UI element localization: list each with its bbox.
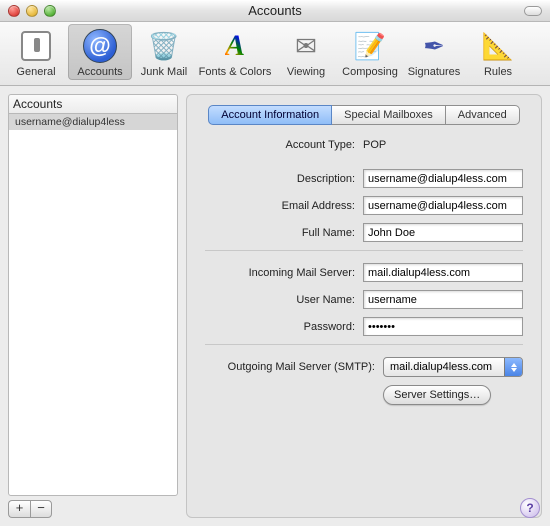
tab-advanced[interactable]: Advanced [446,105,520,125]
toolbar-item-accounts[interactable]: @ Accounts [68,24,132,80]
minimize-button[interactable] [26,5,38,17]
close-button[interactable] [8,5,20,17]
toolbar-item-rules[interactable]: 📐 Rules [466,24,530,80]
email-field[interactable] [363,196,523,215]
add-account-button[interactable]: + [8,500,30,518]
toolbar-label: Fonts & Colors [199,66,272,78]
fullname-label: Full Name: [205,227,355,239]
composing-icon: 📝 [352,28,388,64]
incoming-server-label: Incoming Mail Server: [205,267,355,279]
toolbar-item-junk-mail[interactable]: 🗑️ Junk Mail [132,24,196,80]
password-label: Password: [205,321,355,333]
sidebar-header: Accounts [8,94,178,113]
account-type-label: Account Type: [205,139,355,151]
viewing-icon: ✉︎ [288,28,324,64]
description-label: Description: [205,173,355,185]
window-title: Accounts [0,3,550,18]
traffic-lights [8,5,56,17]
username-field[interactable] [363,290,523,309]
toolbar-item-signatures[interactable]: ✒︎ Signatures [402,24,466,80]
email-label: Email Address: [205,200,355,212]
junk-mail-icon: 🗑️ [146,28,182,64]
accounts-icon: @ [82,28,118,64]
account-list-item[interactable]: username@dialup4less [9,114,177,130]
help-button[interactable]: ? [520,498,540,518]
content: Accounts username@dialup4less + − Accoun… [0,86,550,526]
password-field[interactable] [363,317,523,336]
fullname-field[interactable] [363,223,523,242]
account-details-panel: Account Information Special Mailboxes Ad… [186,94,542,518]
account-type-value: POP [363,139,386,151]
username-label: User Name: [205,294,355,306]
toolbar-label: General [16,66,55,78]
rules-icon: 📐 [480,28,516,64]
tab-account-information[interactable]: Account Information [208,105,332,125]
account-form: Account Type: POP Description: Email Add… [201,139,527,405]
sidebar-controls: + − [8,500,178,518]
tabs: Account Information Special Mailboxes Ad… [201,105,527,125]
titlebar: Accounts [0,0,550,22]
toolbar-label: Rules [484,66,512,78]
toolbar-item-general[interactable]: General [4,24,68,80]
toolbar-item-composing[interactable]: 📝 Composing [338,24,402,80]
toolbar-label: Junk Mail [141,66,187,78]
signatures-icon: ✒︎ [416,28,452,64]
toolbar-item-viewing[interactable]: ✉︎ Viewing [274,24,338,80]
description-field[interactable] [363,169,523,188]
general-icon [18,28,54,64]
tab-special-mailboxes[interactable]: Special Mailboxes [332,105,446,125]
accounts-list[interactable]: username@dialup4less [8,113,178,496]
toolbar-label: Viewing [287,66,325,78]
toolbar-label: Accounts [77,66,122,78]
popup-arrows-icon [504,358,522,376]
separator [205,344,523,345]
remove-account-button[interactable]: − [30,500,52,518]
preferences-toolbar: General @ Accounts 🗑️ Junk Mail A Fonts … [0,22,550,86]
toolbar-label: Composing [342,66,398,78]
fonts-colors-icon: A [217,28,253,64]
smtp-label: Outgoing Mail Server (SMTP): [205,361,375,373]
toolbar-toggle-pill[interactable] [524,6,542,16]
accounts-sidebar: Accounts username@dialup4less + − [8,94,178,518]
smtp-popup-value: mail.dialup4less.com [390,361,492,373]
incoming-server-field[interactable] [363,263,523,282]
zoom-button[interactable] [44,5,56,17]
toolbar-label: Signatures [408,66,461,78]
server-settings-button[interactable]: Server Settings… [383,385,491,405]
smtp-popup[interactable]: mail.dialup4less.com [383,357,523,377]
toolbar-item-fonts-colors[interactable]: A Fonts & Colors [196,24,274,80]
separator [205,250,523,251]
